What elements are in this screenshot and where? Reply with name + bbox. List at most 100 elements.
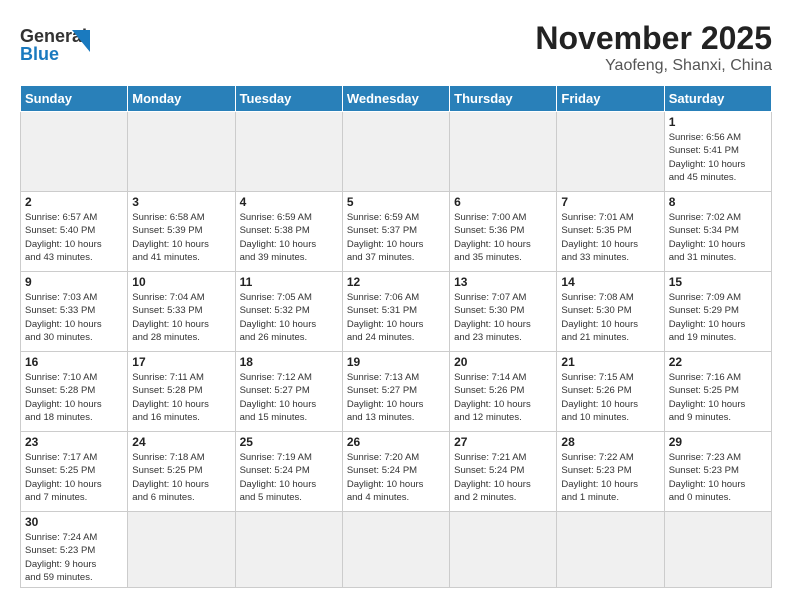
calendar-cell [450,512,557,588]
calendar-cell [557,512,664,588]
day-number: 29 [669,435,767,449]
calendar-cell: 19 Sunrise: 7:13 AM Sunset: 5:27 PM Dayli… [342,352,449,432]
calendar-cell: 9Sunrise: 7:03 AM Sunset: 5:33 PM Daylig… [21,272,128,352]
day-number: 1 [669,115,767,129]
day-info: Sunrise: 7:05 AM Sunset: 5:32 PM Dayligh… [240,291,338,344]
day-info: Sunrise: 7:19 AM Sunset: 5:24 PM Dayligh… [240,451,338,504]
calendar-week-row: 2 Sunrise: 6:57 AM Sunset: 5:40 PM Daylig… [21,192,772,272]
logo-svg: General Blue [20,20,90,75]
calendar-cell: 20 Sunrise: 7:14 AM Sunset: 5:26 PM Dayli… [450,352,557,432]
day-info: Sunrise: 7:15 AM Sunset: 5:26 PM Dayligh… [561,371,659,424]
day-number: 22 [669,355,767,369]
calendar-cell [557,112,664,192]
day-number: 13 [454,275,552,289]
day-info: Sunrise: 7:04 AM Sunset: 5:33 PM Dayligh… [132,291,230,344]
day-number: 26 [347,435,445,449]
page-header: General Blue November 2025 Yaofeng, Shan… [20,20,772,75]
calendar-cell: 23 Sunrise: 7:17 AM Sunset: 5:25 PM Dayli… [21,432,128,512]
calendar-cell: 17Sunrise: 7:11 AM Sunset: 5:28 PM Dayli… [128,352,235,432]
calendar-cell: 15Sunrise: 7:09 AM Sunset: 5:29 PM Dayli… [664,272,771,352]
calendar-cell: 24 Sunrise: 7:18 AM Sunset: 5:25 PM Dayli… [128,432,235,512]
day-number: 27 [454,435,552,449]
calendar-cell: 21 Sunrise: 7:15 AM Sunset: 5:26 PM Dayli… [557,352,664,432]
calendar-cell: 11 Sunrise: 7:05 AM Sunset: 5:32 PM Dayli… [235,272,342,352]
calendar-week-row: 9Sunrise: 7:03 AM Sunset: 5:33 PM Daylig… [21,272,772,352]
weekday-header-tuesday: Tuesday [235,86,342,112]
day-info: Sunrise: 7:13 AM Sunset: 5:27 PM Dayligh… [347,371,445,424]
calendar-week-row: 1Sunrise: 6:56 AM Sunset: 5:41 PM Daylig… [21,112,772,192]
day-info: Sunrise: 7:00 AM Sunset: 5:36 PM Dayligh… [454,211,552,264]
day-info: Sunrise: 7:17 AM Sunset: 5:25 PM Dayligh… [25,451,123,504]
day-info: Sunrise: 6:59 AM Sunset: 5:38 PM Dayligh… [240,211,338,264]
calendar-cell: 7 Sunrise: 7:01 AM Sunset: 5:35 PM Daylig… [557,192,664,272]
calendar-cell: 18Sunrise: 7:12 AM Sunset: 5:27 PM Dayli… [235,352,342,432]
calendar-cell [450,112,557,192]
day-number: 25 [240,435,338,449]
svg-text:Blue: Blue [20,44,59,64]
weekday-header-thursday: Thursday [450,86,557,112]
calendar-cell [21,112,128,192]
day-info: Sunrise: 7:22 AM Sunset: 5:23 PM Dayligh… [561,451,659,504]
day-info: Sunrise: 7:16 AM Sunset: 5:25 PM Dayligh… [669,371,767,424]
calendar-cell: 28 Sunrise: 7:22 AM Sunset: 5:23 PM Dayli… [557,432,664,512]
day-number: 7 [561,195,659,209]
weekday-header-friday: Friday [557,86,664,112]
calendar-cell: 26 Sunrise: 7:20 AM Sunset: 5:24 PM Dayli… [342,432,449,512]
calendar-cell [128,112,235,192]
day-info: Sunrise: 7:03 AM Sunset: 5:33 PM Dayligh… [25,291,123,344]
day-number: 14 [561,275,659,289]
calendar-cell: 13 Sunrise: 7:07 AM Sunset: 5:30 PM Dayli… [450,272,557,352]
calendar-cell: 2 Sunrise: 6:57 AM Sunset: 5:40 PM Daylig… [21,192,128,272]
day-number: 11 [240,275,338,289]
day-number: 19 [347,355,445,369]
day-info: Sunrise: 7:20 AM Sunset: 5:24 PM Dayligh… [347,451,445,504]
day-info: Sunrise: 7:18 AM Sunset: 5:25 PM Dayligh… [132,451,230,504]
calendar-week-row: 23 Sunrise: 7:17 AM Sunset: 5:25 PM Dayli… [21,432,772,512]
calendar-cell: 22 Sunrise: 7:16 AM Sunset: 5:25 PM Dayli… [664,352,771,432]
calendar-cell [235,112,342,192]
weekday-header-monday: Monday [128,86,235,112]
calendar-week-row: 16Sunrise: 7:10 AM Sunset: 5:28 PM Dayli… [21,352,772,432]
calendar-cell: 12 Sunrise: 7:06 AM Sunset: 5:31 PM Dayli… [342,272,449,352]
calendar-cell [235,512,342,588]
calendar-cell [342,512,449,588]
day-info: Sunrise: 7:02 AM Sunset: 5:34 PM Dayligh… [669,211,767,264]
weekday-header-row: SundayMondayTuesdayWednesdayThursdayFrid… [21,86,772,112]
calendar-cell: 27 Sunrise: 7:21 AM Sunset: 5:24 PM Dayli… [450,432,557,512]
day-info: Sunrise: 7:21 AM Sunset: 5:24 PM Dayligh… [454,451,552,504]
day-info: Sunrise: 7:14 AM Sunset: 5:26 PM Dayligh… [454,371,552,424]
day-number: 20 [454,355,552,369]
day-number: 5 [347,195,445,209]
day-info: Sunrise: 7:06 AM Sunset: 5:31 PM Dayligh… [347,291,445,344]
calendar-table: SundayMondayTuesdayWednesdayThursdayFrid… [20,85,772,588]
title-block: November 2025 Yaofeng, Shanxi, China [535,20,772,75]
day-info: Sunrise: 7:24 AM Sunset: 5:23 PM Dayligh… [25,531,123,584]
day-info: Sunrise: 7:12 AM Sunset: 5:27 PM Dayligh… [240,371,338,424]
calendar-cell: 30 Sunrise: 7:24 AM Sunset: 5:23 PM Dayli… [21,512,128,588]
day-info: Sunrise: 7:07 AM Sunset: 5:30 PM Dayligh… [454,291,552,344]
day-number: 6 [454,195,552,209]
calendar-cell: 14Sunrise: 7:08 AM Sunset: 5:30 PM Dayli… [557,272,664,352]
day-info: Sunrise: 7:23 AM Sunset: 5:23 PM Dayligh… [669,451,767,504]
weekday-header-saturday: Saturday [664,86,771,112]
day-info: Sunrise: 6:59 AM Sunset: 5:37 PM Dayligh… [347,211,445,264]
day-number: 24 [132,435,230,449]
day-number: 28 [561,435,659,449]
weekday-header-sunday: Sunday [21,86,128,112]
day-number: 23 [25,435,123,449]
day-info: Sunrise: 6:57 AM Sunset: 5:40 PM Dayligh… [25,211,123,264]
day-number: 10 [132,275,230,289]
calendar-cell: 16Sunrise: 7:10 AM Sunset: 5:28 PM Dayli… [21,352,128,432]
calendar-cell: 5 Sunrise: 6:59 AM Sunset: 5:37 PM Daylig… [342,192,449,272]
day-info: Sunrise: 6:58 AM Sunset: 5:39 PM Dayligh… [132,211,230,264]
day-number: 12 [347,275,445,289]
location-subtitle: Yaofeng, Shanxi, China [535,57,772,75]
day-number: 30 [25,515,123,529]
day-number: 21 [561,355,659,369]
calendar-cell: 29 Sunrise: 7:23 AM Sunset: 5:23 PM Dayli… [664,432,771,512]
calendar-cell: 1Sunrise: 6:56 AM Sunset: 5:41 PM Daylig… [664,112,771,192]
day-number: 2 [25,195,123,209]
weekday-header-wednesday: Wednesday [342,86,449,112]
day-info: Sunrise: 7:10 AM Sunset: 5:28 PM Dayligh… [25,371,123,424]
day-info: Sunrise: 7:01 AM Sunset: 5:35 PM Dayligh… [561,211,659,264]
